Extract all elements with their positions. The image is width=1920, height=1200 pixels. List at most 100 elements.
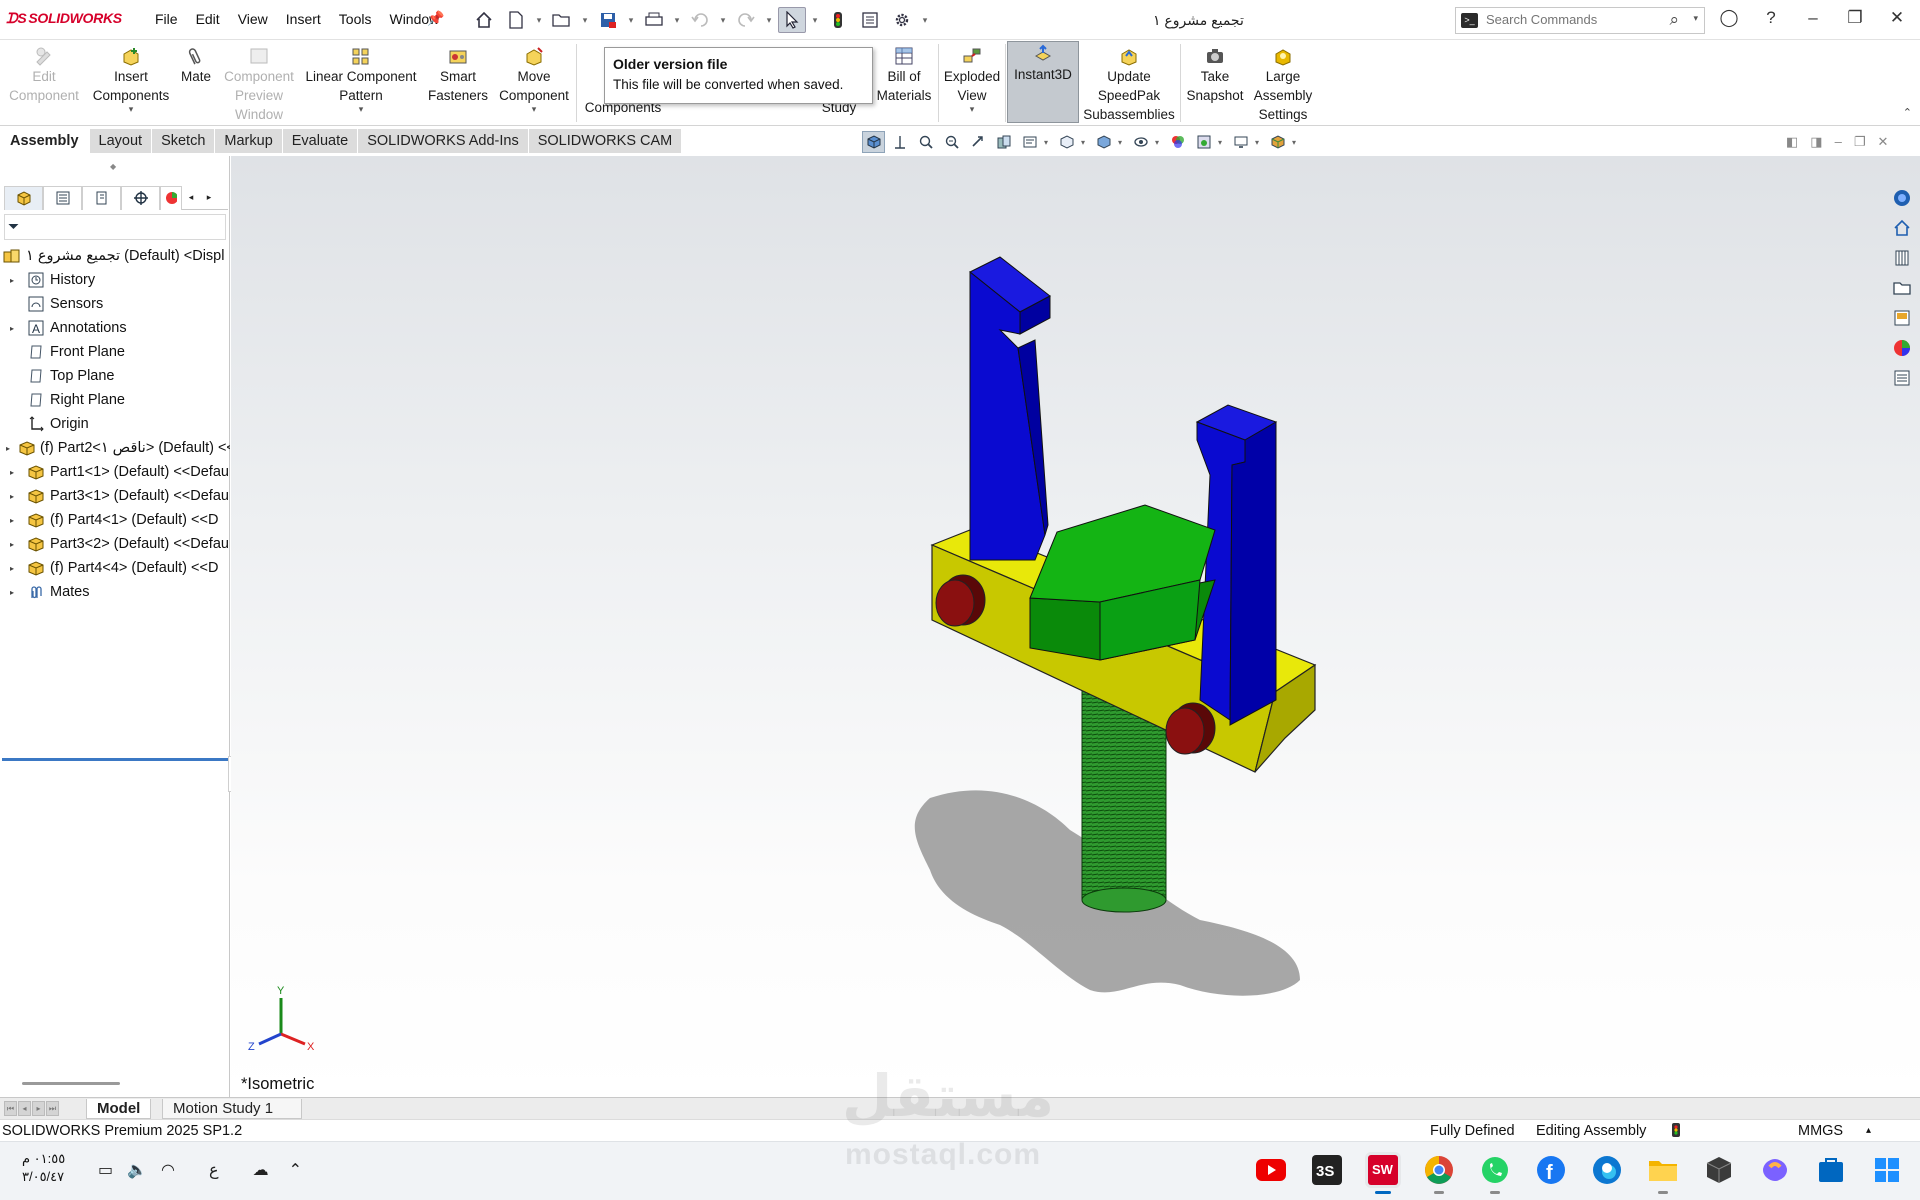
tab-solidworks-cam[interactable]: SOLIDWORKS CAM: [528, 129, 683, 153]
linear-component-pattern-button[interactable]: Linear Component Pattern ▾: [302, 44, 420, 114]
appearances-scenes-icon[interactable]: [1888, 336, 1916, 360]
edit-appearance-icon[interactable]: [1166, 131, 1189, 153]
wifi-icon[interactable]: ◠: [161, 1160, 175, 1180]
battery-icon[interactable]: ▭: [98, 1160, 113, 1180]
menu-file[interactable]: File: [146, 11, 187, 27]
take-snapshot-button[interactable]: Take Snapshot: [1184, 44, 1246, 105]
custom-properties-icon[interactable]: [1888, 366, 1916, 390]
tree-item-right-plane[interactable]: Right Plane: [0, 388, 230, 412]
select-pointer-icon[interactable]: [778, 7, 806, 33]
save-dropdown-icon[interactable]: ▾: [626, 15, 636, 26]
solidworks-taskbar-icon[interactable]: SW: [1365, 1152, 1401, 1194]
edit-component-button[interactable]: Edit Component: [4, 44, 84, 105]
tree-item-part[interactable]: ▸ (f) Part2<ناقص ١> (Default) <<: [0, 436, 230, 460]
open-icon[interactable]: [548, 7, 576, 33]
view-palette-icon[interactable]: [1888, 306, 1916, 330]
menu-view[interactable]: View: [229, 11, 277, 27]
tree-item-mates[interactable]: ▸ Mates: [0, 580, 230, 604]
first-tab-icon[interactable]: ⏮: [4, 1101, 17, 1116]
menu-edit[interactable]: Edit: [187, 11, 229, 27]
display-style-icon[interactable]: [1092, 131, 1115, 153]
tab-motion-study[interactable]: Motion Study 1: [162, 1099, 302, 1119]
green-hexagon-nut[interactable]: [1029, 504, 1216, 661]
view-orientation-icon[interactable]: [888, 131, 911, 153]
mate-button[interactable]: Mate: [176, 44, 216, 86]
view-orientation-box-icon[interactable]: [1055, 131, 1078, 153]
horizontal-scrollbar[interactable]: [22, 1082, 120, 1085]
design-library-icon[interactable]: [1888, 246, 1916, 270]
panel-grip[interactable]: ◆: [110, 162, 116, 171]
chrome-icon[interactable]: [1421, 1152, 1457, 1194]
next-tab-icon[interactable]: ▸: [32, 1101, 45, 1116]
help-icon[interactable]: ?: [1758, 8, 1784, 28]
tab-model[interactable]: Model: [86, 1099, 152, 1119]
hud-dropdown-icon[interactable]: ▾: [1255, 138, 1263, 147]
expand-icon[interactable]: ▸: [6, 588, 18, 597]
hud-dropdown-icon[interactable]: ▾: [1118, 138, 1126, 147]
search-input[interactable]: [1486, 12, 1646, 27]
file-explorer-taskbar-icon[interactable]: [1645, 1152, 1681, 1194]
system-clock[interactable]: ٠١:٥٥ م ٣/٠٥/٤٧: [22, 1150, 65, 1186]
menu-tools[interactable]: Tools: [330, 11, 381, 27]
apply-scene-icon[interactable]: [1192, 131, 1215, 153]
linear-pattern-dropdown-icon[interactable]: ▾: [302, 105, 420, 114]
zoom-to-fit-icon[interactable]: [914, 131, 937, 153]
tree-item-front-plane[interactable]: Front Plane: [0, 340, 230, 364]
tab-scroll-right-icon[interactable]: ▸: [200, 192, 218, 203]
expand-icon[interactable]: ▸: [6, 444, 10, 453]
tab-solidworks-addins[interactable]: SOLIDWORKS Add-Ins: [358, 129, 529, 153]
previous-tab-icon[interactable]: ◂: [18, 1101, 31, 1116]
whatsapp-icon[interactable]: [1477, 1152, 1513, 1194]
bill-of-materials-button[interactable]: Bill of Materials: [874, 44, 934, 105]
hud-dropdown-icon[interactable]: ▾: [1081, 138, 1089, 147]
expand-icon[interactable]: ▸: [6, 276, 18, 285]
youtube-icon[interactable]: [1253, 1152, 1289, 1188]
tree-item-annotations[interactable]: ▸ A Annotations: [0, 316, 230, 340]
hud-dropdown-icon[interactable]: ▾: [1292, 138, 1300, 147]
restore-icon[interactable]: ❐: [1842, 8, 1868, 28]
tree-item-part[interactable]: ▸ Part3<2> (Default) <<Defau: [0, 532, 230, 556]
options-dropdown-icon[interactable]: ▾: [920, 15, 930, 26]
save-icon[interactable]: [594, 7, 622, 33]
exploded-view-dropdown-icon[interactable]: ▾: [942, 105, 1002, 114]
displaymanager-tab-icon[interactable]: [160, 185, 182, 210]
expand-pane-icon[interactable]: ◨: [1810, 134, 1822, 150]
insert-components-dropdown-icon[interactable]: ▾: [88, 105, 174, 114]
rebuild-icon[interactable]: [824, 7, 852, 33]
move-component-dropdown-icon[interactable]: ▾: [496, 105, 572, 114]
instant3d-button[interactable]: Instant3D: [1007, 41, 1079, 123]
rollback-bar[interactable]: [2, 758, 228, 761]
file-explorer-icon[interactable]: [1888, 276, 1916, 300]
filter-funnel-icon[interactable]: ⏷: [8, 218, 19, 235]
windows-start-icon[interactable]: [1869, 1152, 1905, 1188]
view-settings-icon[interactable]: [1229, 131, 1252, 153]
hud-dropdown-icon[interactable]: ▾: [1044, 138, 1052, 147]
view-cube-icon[interactable]: [862, 131, 885, 153]
tree-item-part[interactable]: ▸ (f) Part4<1> (Default) <<D: [0, 508, 230, 532]
update-speedpak-button[interactable]: Update SpeedPak Subassemblies: [1082, 44, 1176, 124]
home-pane-icon[interactable]: [1888, 216, 1916, 240]
rebuild-status-icon[interactable]: [1672, 1123, 1680, 1141]
realview-graphics-icon[interactable]: [1266, 131, 1289, 153]
3dexperience-icon[interactable]: 3S: [1309, 1152, 1345, 1188]
smart-fasteners-button[interactable]: Smart Fasteners: [424, 44, 492, 105]
featuremanager-tab-icon[interactable]: [4, 185, 43, 210]
tree-filter[interactable]: ⏷: [4, 214, 226, 240]
component-preview-window-button[interactable]: Component Preview Window: [220, 44, 298, 124]
volume-icon[interactable]: 🔈: [127, 1160, 147, 1180]
cloud-offline-icon[interactable]: ☁: [253, 1160, 269, 1180]
expand-icon[interactable]: ▸: [6, 564, 18, 573]
home-icon[interactable]: [470, 7, 498, 33]
solidworks-logo[interactable]: ᗪS SOLIDWORKS: [6, 10, 122, 27]
previous-view-icon[interactable]: [966, 131, 989, 153]
print-dropdown-icon[interactable]: ▾: [672, 15, 682, 26]
blue-arm-left[interactable]: [969, 256, 1051, 561]
viewport-minimize-icon[interactable]: –: [1835, 134, 1842, 150]
facebook-icon[interactable]: f: [1533, 1152, 1569, 1188]
expand-icon[interactable]: ▸: [6, 324, 18, 333]
unit-system[interactable]: MMGS: [1798, 1123, 1843, 1139]
tree-item-part[interactable]: ▸ Part1<1> (Default) <<Defau: [0, 460, 230, 484]
account-icon[interactable]: ◯: [1716, 8, 1742, 28]
tab-scroll-left-icon[interactable]: ◂: [182, 192, 200, 203]
expand-icon[interactable]: ▸: [6, 468, 18, 477]
